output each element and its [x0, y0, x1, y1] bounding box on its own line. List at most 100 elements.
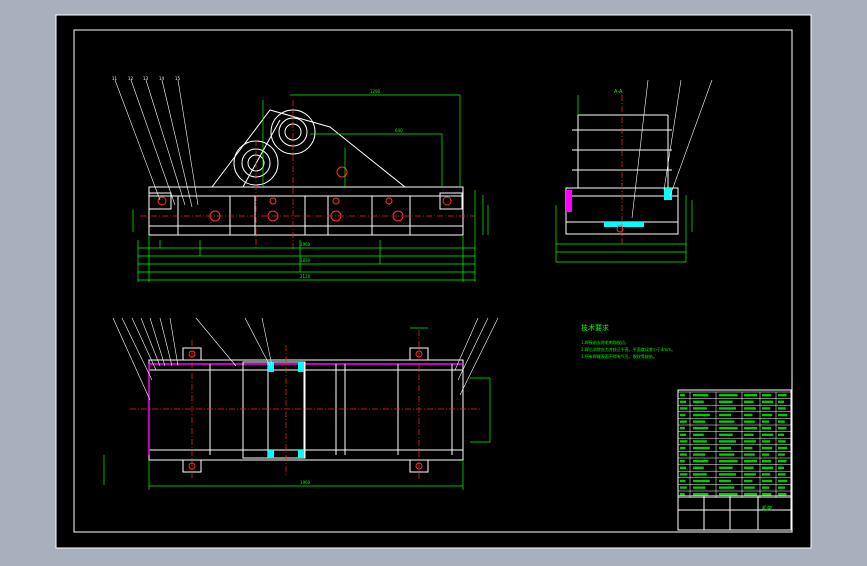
bom-cell-glyphs: [680, 473, 688, 476]
svg-text:640: 640: [395, 128, 403, 133]
bom-cell-glyphs: [680, 407, 688, 410]
svg-text:1290: 1290: [370, 89, 381, 94]
bom-cell-glyphs: [719, 479, 731, 483]
bom-cell-glyphs: [744, 486, 755, 489]
bom-cell-glyphs: [762, 486, 770, 489]
bom-cell-glyphs: [693, 394, 709, 397]
note-line-1: 1.焊接前去除毛刺和锐边。: [581, 339, 629, 345]
bom-cell-glyphs: [693, 486, 706, 489]
bom-cell-glyphs: [762, 446, 773, 450]
svg-text:15: 15: [175, 76, 181, 81]
bom-cell-glyphs: [719, 400, 733, 403]
bom-cell-glyphs: [778, 479, 788, 483]
bom-cell-glyphs: [762, 473, 771, 476]
bom-cell-glyphs: [744, 460, 758, 463]
bom-cell-glyphs: [744, 473, 756, 476]
bom-cell-glyphs: [744, 400, 754, 403]
bom-cell-glyphs: [762, 400, 774, 403]
bom-cell-glyphs: [762, 440, 771, 443]
bom-cell-glyphs: [778, 473, 786, 476]
bom-cell-glyphs: [680, 433, 687, 436]
bom-cell-glyphs: [693, 453, 706, 456]
bom-cell-glyphs: [719, 460, 738, 463]
bom-cell-glyphs: [778, 460, 787, 463]
bom-cell-glyphs: [778, 493, 787, 496]
bom-cell-glyphs: [719, 427, 738, 430]
drawing-canvas: 11 12 13 14 15 1290640 19601830 2120 A-A…: [55, 14, 812, 549]
title-label: 机架: [762, 505, 772, 512]
bom-cell-glyphs: [762, 493, 772, 496]
bom-cell-glyphs: [778, 400, 784, 403]
bom-cell-glyphs: [680, 400, 687, 403]
bom-cell-glyphs: [693, 427, 709, 430]
bom-cell-glyphs: [693, 473, 707, 476]
bom-cell-glyphs: [762, 420, 770, 423]
bom-cell-glyphs: [744, 433, 754, 436]
bom-cell-glyphs: [693, 407, 707, 410]
bom-cell-glyphs: [744, 420, 755, 423]
bom-cell-glyphs: [693, 460, 709, 463]
note-line-2: 2.焊后消除应力并校正平直，平面度误差小于4mm。: [581, 346, 675, 352]
bom-cell-glyphs: [680, 466, 687, 469]
bom-cell-glyphs: [719, 466, 733, 469]
bom-cell-glyphs: [762, 427, 772, 430]
bom-cell-glyphs: [744, 394, 758, 397]
bom-cell-glyphs: [680, 446, 686, 450]
bom-cell-glyphs: [680, 440, 688, 443]
bom-cell-glyphs: [778, 486, 785, 489]
bom-cell-glyphs: [778, 407, 786, 410]
svg-text:2120: 2120: [300, 274, 311, 279]
bom-cell-glyphs: [778, 453, 785, 456]
bom-cell-glyphs: [762, 460, 772, 463]
bom-cell-glyphs: [778, 394, 787, 397]
bom-cell-glyphs: [719, 453, 735, 456]
bom-cell-glyphs: [762, 407, 771, 410]
bom-cell-glyphs: [680, 493, 685, 496]
svg-text:1960: 1960: [300, 242, 311, 247]
bom-cell-glyphs: [680, 460, 685, 463]
bom-cell-glyphs: [693, 400, 704, 403]
bom-cell-glyphs: [719, 493, 738, 496]
notes-title: 技术要求: [581, 323, 609, 332]
bom-cell-glyphs: [744, 466, 754, 469]
section-label: A-A: [614, 89, 623, 95]
bom-cell-glyphs: [693, 420, 706, 423]
bom-cell-glyphs: [744, 453, 755, 456]
bom-cell-glyphs: [693, 413, 710, 417]
bom-cell-glyphs: [693, 446, 710, 450]
bom-cell-glyphs: [719, 420, 735, 423]
bom-cell-glyphs: [719, 433, 733, 436]
bom-cell-glyphs: [719, 486, 735, 489]
bom-cell-glyphs: [680, 420, 687, 423]
bom-cell-glyphs: [762, 453, 770, 456]
bom-cell-glyphs: [778, 440, 786, 443]
bom-cell-glyphs: [778, 433, 784, 436]
bom-cell-glyphs: [744, 446, 753, 450]
bom-cell-glyphs: [778, 420, 785, 423]
bom-cell-glyphs: [680, 486, 687, 489]
bom-cell-glyphs: [719, 407, 736, 410]
bom-cell-glyphs: [680, 479, 686, 483]
bom-cell-glyphs: [719, 446, 731, 450]
bom-cell-glyphs: [719, 394, 738, 397]
bom-cell-glyphs: [719, 413, 731, 417]
bom-cell-glyphs: [778, 466, 784, 469]
svg-text:11: 11: [112, 76, 118, 81]
svg-text:12: 12: [128, 76, 134, 81]
note-line-3: 3.所有焊缝表面不得有气孔、裂纹等缺陷。: [581, 353, 657, 359]
bom-cell-glyphs: [693, 479, 710, 483]
bom-cell-glyphs: [744, 493, 758, 496]
bom-cell-glyphs: [693, 493, 709, 496]
bom-cell-glyphs: [762, 479, 773, 483]
bom-cell-glyphs: [680, 394, 685, 397]
bom-cell-glyphs: [762, 413, 773, 417]
svg-text:1830: 1830: [300, 258, 311, 263]
bom-cell-glyphs: [778, 446, 788, 450]
bom-cell-glyphs: [680, 413, 686, 417]
bom-cell-glyphs: [744, 413, 753, 417]
bom-cell-glyphs: [778, 427, 787, 430]
bom-cell-glyphs: [680, 453, 687, 456]
bom-cell-glyphs: [744, 479, 753, 483]
bom-cell-glyphs: [778, 413, 788, 417]
bom-cell-glyphs: [719, 473, 736, 476]
